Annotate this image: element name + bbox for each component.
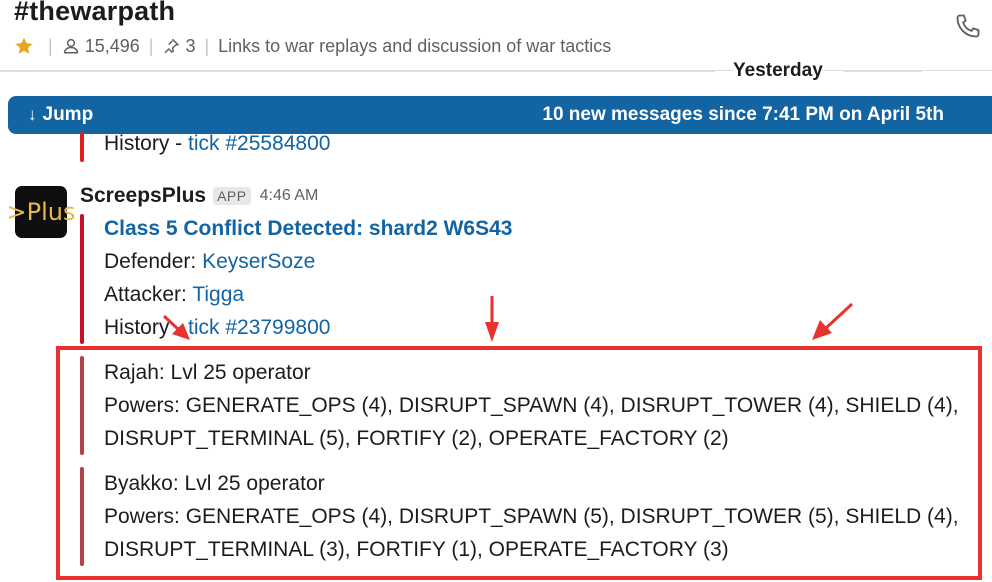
- separator: |: [148, 35, 154, 56]
- date-divider-line: [844, 71, 922, 72]
- annotation-arrowhead-right: [812, 320, 832, 340]
- attacker-line: Attacker: Tigga: [104, 283, 244, 307]
- history-link[interactable]: tick #25584800: [188, 132, 330, 155]
- history-line: History - tick #25584800: [104, 132, 330, 156]
- arrow-down-icon: ↓: [28, 105, 37, 124]
- channel-topic[interactable]: Links to war replays and discussion of w…: [218, 36, 611, 57]
- channel-title[interactable]: #thewarpath: [14, 0, 175, 27]
- pin-icon: [162, 37, 180, 55]
- jump-label: Jump: [42, 104, 94, 125]
- new-messages-banner[interactable]: ↓ Jump 10 new messages since 7:41 PM on …: [8, 96, 992, 134]
- defender-link[interactable]: KeyserSoze: [202, 250, 315, 273]
- new-messages-text: 10 new messages since 7:41 PM on April 5…: [542, 104, 944, 125]
- avatar[interactable]: >Plus: [7, 186, 75, 238]
- operator-powers: Powers: GENERATE_OPS (4), DISRUPT_SPAWN …: [104, 505, 959, 528]
- channel-meta: | 15,496 | 3 | Links to war replays and …: [14, 33, 611, 59]
- attachment-bar: [80, 214, 84, 344]
- attacker-label: Attacker:: [104, 283, 193, 306]
- message-timestamp[interactable]: 4:46 AM: [260, 187, 319, 205]
- defender-label: Defender:: [104, 250, 203, 273]
- operator-name: Rajah: Lvl 25 operator: [104, 361, 311, 384]
- history-line: History - tick #23799800: [104, 316, 330, 340]
- annotation-arrow-right: [824, 302, 854, 330]
- person-icon: [62, 37, 80, 55]
- jump-button[interactable]: ↓ Jump: [28, 104, 93, 126]
- attachment-title-link[interactable]: Class 5 Conflict Detected: shard2 W6S43: [104, 217, 512, 241]
- app-badge: APP: [213, 187, 251, 205]
- history-label: History -: [104, 132, 188, 155]
- message-header: ScreepsPlus APP 4:46 AM: [80, 184, 318, 208]
- operator-powers: DISRUPT_TERMINAL (5), FORTIFY (2), OPERA…: [104, 427, 729, 450]
- attacker-link[interactable]: Tigga: [192, 283, 244, 306]
- phone-icon[interactable]: [954, 12, 982, 40]
- defender-line: Defender: KeyserSoze: [104, 250, 315, 274]
- pin-count[interactable]: 3: [185, 36, 195, 57]
- operator-name: Byakko: Lvl 25 operator: [104, 472, 325, 495]
- annotation-arrowhead-middle: [485, 322, 499, 342]
- separator: |: [48, 35, 53, 56]
- star-icon[interactable]: [14, 36, 34, 56]
- history-link[interactable]: tick #23799800: [188, 316, 330, 339]
- sender-name[interactable]: ScreepsPlus: [80, 184, 206, 208]
- date-divider-line: [0, 71, 715, 72]
- operator-powers: DISRUPT_TERMINAL (3), FORTIFY (1), OPERA…: [104, 538, 729, 561]
- attachment-bar: [80, 356, 84, 455]
- separator: |: [204, 35, 210, 56]
- history-label: History -: [104, 316, 188, 339]
- member-count[interactable]: 15,496: [85, 36, 140, 57]
- attachment-bar: [80, 132, 84, 162]
- operator-powers: Powers: GENERATE_OPS (4), DISRUPT_SPAWN …: [104, 394, 959, 417]
- date-divider-label[interactable]: Yesterday: [733, 60, 823, 82]
- attachment-bar: [80, 467, 84, 566]
